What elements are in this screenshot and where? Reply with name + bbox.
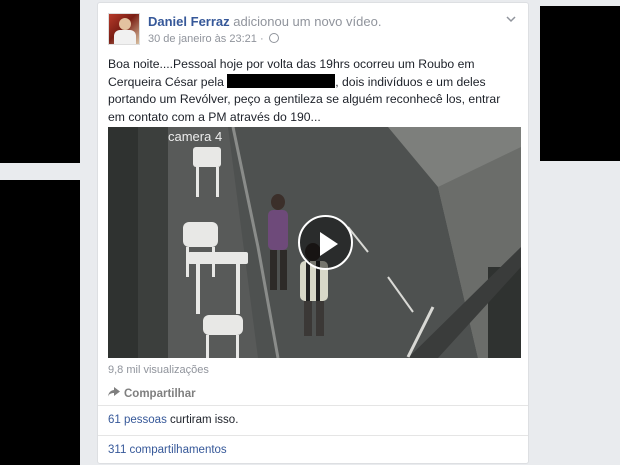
globe-icon[interactable] — [268, 33, 279, 43]
share-arrow-icon — [108, 386, 121, 400]
chevron-down-icon-svg — [506, 16, 516, 23]
likes-count-link[interactable]: 61 pessoas — [108, 414, 167, 426]
shares-count-link[interactable]: 311 compartilhamentos — [108, 444, 227, 456]
play-icon[interactable] — [298, 215, 353, 270]
separator-dot: · — [259, 33, 264, 45]
share-label: Compartilhar — [124, 388, 196, 400]
author-line: Daniel Ferraz adicionou um novo vídeo. — [148, 14, 381, 30]
author-name[interactable]: Daniel Ferraz — [148, 14, 230, 29]
share-arrow-icon-svg — [108, 387, 120, 397]
redaction-bar — [227, 73, 336, 88]
likes-summary: 61 pessoas curtiram isso. — [108, 414, 238, 426]
video-player[interactable]: camera 4 — [108, 127, 521, 358]
play-triangle — [320, 232, 338, 256]
likes-suffix: curtiram isso. — [170, 414, 239, 426]
view-count: 9,8 mil visualizações — [108, 364, 209, 376]
chevron-down-icon[interactable] — [504, 13, 518, 27]
post-body-text: Boa noite....Pessoal hoje por volta das … — [108, 56, 520, 126]
blacked-out-panel-left-bottom — [0, 180, 80, 465]
avatar[interactable] — [108, 13, 140, 45]
divider — [98, 405, 528, 406]
post-card: Daniel Ferraz adicionou um novo vídeo. 3… — [97, 2, 529, 464]
avatar-shirt — [114, 30, 136, 44]
post-action: adicionou um novo vídeo. — [233, 14, 382, 29]
divider — [98, 435, 528, 436]
share-button[interactable]: Compartilhar — [108, 386, 196, 400]
blacked-out-panel-right — [540, 6, 620, 161]
blacked-out-panel-left-top — [0, 0, 80, 163]
timestamp[interactable]: 30 de janeiro às 23:21 — [148, 33, 257, 45]
timestamp-line: 30 de janeiro às 23:21 · — [148, 32, 279, 46]
post-header: Daniel Ferraz adicionou um novo vídeo. 3… — [108, 13, 518, 47]
camera-overlay-text: camera 4 — [168, 129, 222, 144]
avatar-face — [119, 18, 131, 30]
